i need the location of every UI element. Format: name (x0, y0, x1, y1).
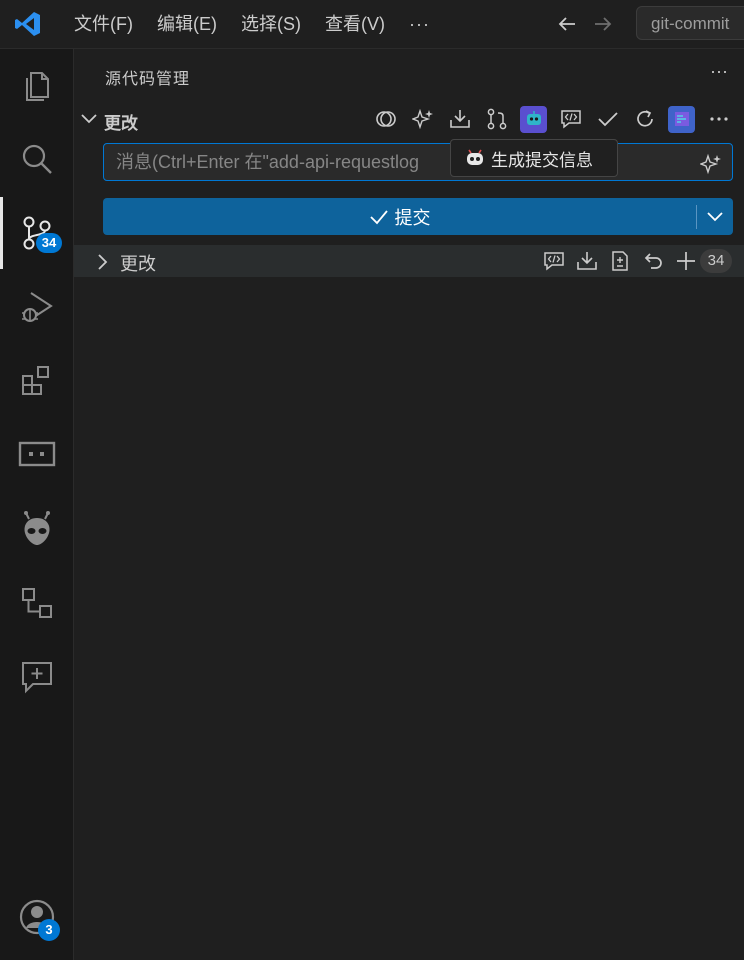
discard-changes-icon[interactable] (639, 248, 666, 275)
sparkle-icon[interactable] (409, 106, 436, 133)
command-center-search[interactable]: git-commit (636, 6, 744, 40)
download-tray-icon[interactable] (446, 106, 473, 133)
navigation-arrows (556, 0, 614, 48)
panel-title: 源代码管理 (105, 71, 191, 88)
panel-more-button[interactable]: ··· (710, 61, 728, 82)
tooltip: 生成提交信息 (450, 139, 618, 177)
run-debug-icon[interactable] (0, 271, 74, 343)
extensions-icon[interactable] (0, 345, 74, 417)
stage-all-plus-icon[interactable] (672, 248, 699, 275)
remote-explorer-icon[interactable] (0, 419, 74, 491)
commit-main-button[interactable]: 提交 (103, 198, 696, 235)
robot-icon[interactable] (520, 105, 547, 133)
check-icon (369, 209, 388, 224)
disconnected-icon[interactable] (372, 106, 399, 133)
generate-sparkle-icon[interactable] (700, 153, 722, 175)
source-control-icon[interactable]: 34 (0, 197, 74, 269)
changes-group-row[interactable]: 更改 34 (74, 245, 744, 277)
code-review-chat-icon[interactable] (557, 106, 584, 133)
more-actions-icon[interactable] (705, 106, 732, 133)
chevron-down-icon[interactable] (80, 111, 98, 127)
vscode-logo-icon (4, 0, 52, 48)
git-graph-board-icon[interactable] (668, 105, 695, 133)
title-bar: 文件(F) 编辑(E) 选择(S) 查看(V) ··· git-commit (0, 0, 744, 49)
changes-row-actions (540, 247, 699, 275)
changes-count-badge: 34 (700, 249, 732, 273)
menu-edit[interactable]: 编辑(E) (145, 0, 229, 48)
scm-toolbar (372, 105, 732, 133)
accounts-icon[interactable]: 3 (0, 881, 74, 953)
menu-file[interactable]: 文件(F) (62, 0, 145, 48)
forward-arrow-icon[interactable] (592, 13, 614, 35)
tooltip-text: 生成提交信息 (491, 150, 593, 170)
commit-button[interactable]: 提交 (103, 198, 733, 235)
search-icon[interactable] (0, 123, 74, 195)
changes-group-label: 更改 (120, 254, 156, 274)
pull-request-icon[interactable] (483, 106, 510, 133)
menu-view[interactable]: 查看(V) (313, 0, 397, 48)
activity-bar: 34 3 (0, 49, 74, 960)
menu-selection[interactable]: 选择(S) (229, 0, 313, 48)
flow-diagram-icon[interactable] (0, 567, 74, 639)
check-icon[interactable] (594, 106, 621, 133)
commit-label: 提交 (394, 207, 431, 228)
back-arrow-icon[interactable] (556, 13, 578, 35)
menu-bar: 文件(F) 编辑(E) 选择(S) 查看(V) ··· (62, 0, 442, 48)
chevron-down-icon (707, 211, 723, 221)
section-title: 更改 (104, 114, 138, 133)
source-control-badge: 34 (36, 233, 62, 253)
feedback-chat-icon[interactable] (0, 641, 74, 713)
accounts-badge: 3 (38, 919, 60, 941)
menu-more-button[interactable]: ··· (397, 14, 442, 35)
changes-section-header[interactable]: 更改 (74, 105, 744, 133)
chevron-right-icon[interactable] (96, 253, 108, 271)
explorer-icon[interactable] (0, 49, 74, 121)
platformio-alien-icon[interactable] (0, 493, 74, 565)
robot-head-icon (467, 149, 483, 165)
open-file-icon[interactable] (606, 248, 633, 275)
commit-message-input[interactable] (103, 143, 733, 181)
commit-dropdown-button[interactable] (697, 198, 733, 235)
source-control-panel: 源代码管理 ··· 更改 消息(Ctrl+Enter 在"add-api-req… (74, 49, 744, 960)
stash-download-icon[interactable] (573, 248, 600, 275)
code-review-chat-icon[interactable] (540, 248, 567, 275)
refresh-icon[interactable] (631, 106, 658, 133)
